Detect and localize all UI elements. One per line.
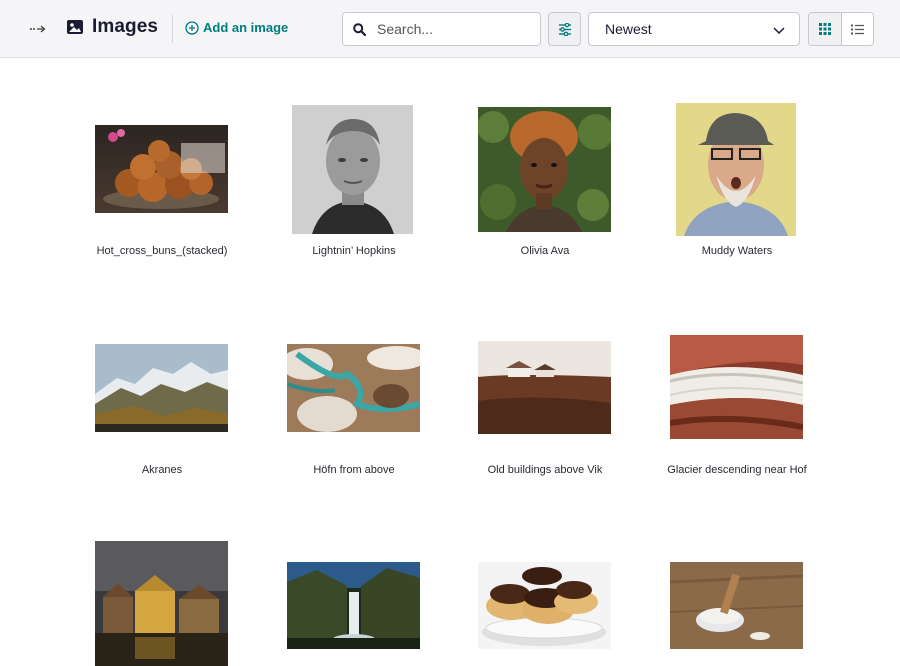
page-title: Images: [92, 16, 159, 37]
image-card[interactable]: Muddy Waters: [652, 100, 822, 270]
image-card[interactable]: Lightnin’ Hopkins: [269, 100, 439, 270]
grid-icon: [818, 23, 831, 35]
grid-view-button[interactable]: [809, 13, 842, 45]
sidebar-toggle-icon[interactable]: [28, 20, 48, 38]
add-image-button[interactable]: Add an image: [185, 20, 288, 35]
image-thumbnail: [95, 541, 228, 666]
image-card[interactable]: Hot_cross_buns_(stacked): [77, 100, 247, 270]
image-title: Akranes: [141, 464, 183, 476]
image-card[interactable]: [77, 540, 247, 666]
image-title: Olivia Ava: [520, 245, 570, 257]
image-thumbnail: [670, 335, 803, 439]
image-card[interactable]: Olivia Ava: [460, 100, 630, 270]
image-title: Glacier descending near Hof: [667, 464, 807, 476]
view-toggle: [808, 12, 874, 46]
sort-select[interactable]: Newest: [588, 12, 800, 46]
image-thumbnail: [292, 105, 413, 234]
image-thumbnail: [478, 562, 611, 649]
image-thumbnail: [478, 341, 611, 434]
image-thumbnail: [95, 344, 228, 432]
image-card[interactable]: [652, 540, 822, 666]
list-icon: [850, 24, 864, 34]
sliders-icon: [558, 22, 571, 36]
header-bar: Images Add an image Newest: [0, 0, 900, 58]
page-title-group: Images: [66, 16, 158, 38]
image-thumbnail: [287, 344, 420, 432]
image-card[interactable]: Akranes: [77, 320, 247, 490]
image-title: Höfn from above: [313, 464, 395, 476]
image-card[interactable]: [460, 540, 630, 666]
image-card[interactable]: Höfn from above: [269, 320, 439, 490]
image-thumbnail: [287, 562, 420, 649]
header-divider: [172, 15, 173, 43]
plus-circle-icon: [185, 20, 199, 35]
search-input[interactable]: [377, 19, 527, 39]
filter-button[interactable]: [548, 12, 581, 46]
image-thumbnail: [676, 103, 796, 236]
image-thumbnail: [95, 125, 228, 213]
image-title: Hot_cross_buns_(stacked): [96, 245, 228, 257]
sort-value: Newest: [605, 21, 652, 37]
image-title: Old buildings above Vik: [487, 464, 603, 476]
image-icon: [67, 20, 83, 34]
image-card[interactable]: Old buildings above Vik: [460, 320, 630, 490]
image-card[interactable]: [269, 540, 439, 666]
image-thumbnail: [670, 562, 803, 649]
image-title: Lightnin’ Hopkins: [312, 245, 396, 257]
image-title: Muddy Waters: [701, 245, 773, 257]
image-thumbnail: [478, 107, 611, 232]
image-card[interactable]: Glacier descending near Hof: [652, 320, 822, 490]
list-view-button[interactable]: [842, 13, 874, 45]
search-icon: [353, 23, 366, 36]
add-image-label: Add an image: [203, 20, 289, 35]
chevron-down-icon: [773, 27, 785, 35]
search-box[interactable]: [342, 12, 541, 46]
